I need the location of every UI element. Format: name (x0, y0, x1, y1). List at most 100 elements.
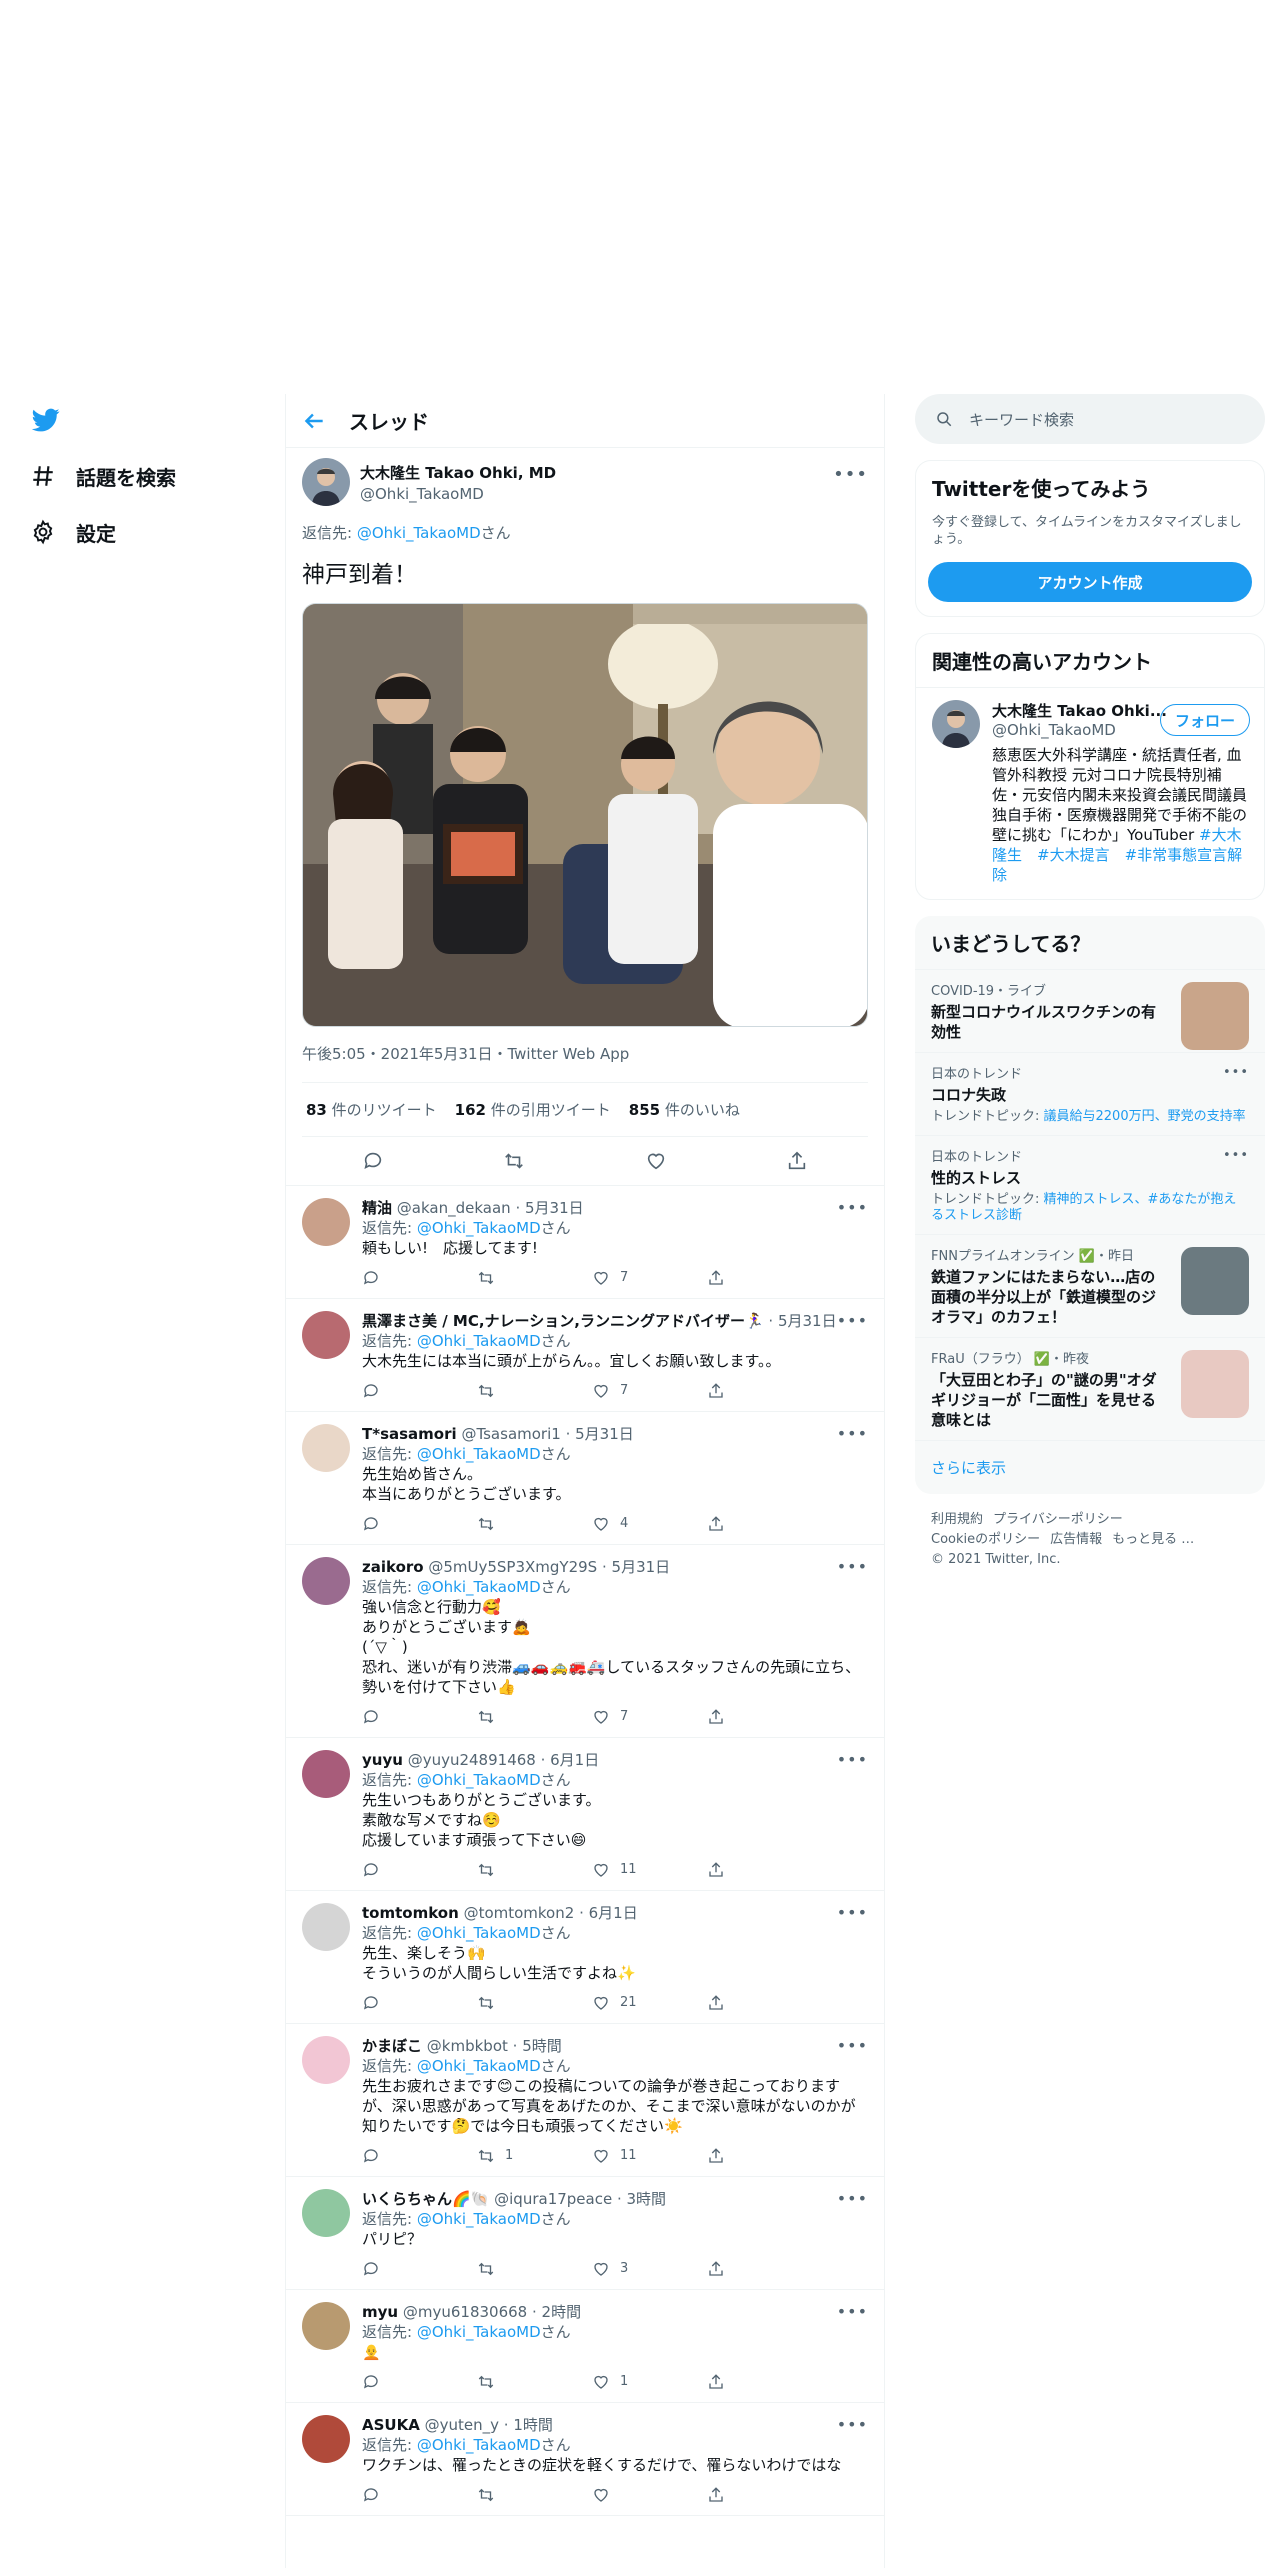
retweet-icon[interactable] (477, 1515, 495, 1533)
retweet-count[interactable]: 83 件のリツイート (306, 1099, 437, 1120)
reply-author-name[interactable]: ASUKA (362, 2416, 420, 2434)
reply-tweet[interactable]: myu @myu61830668 · 2時間 返信先: @Ohki_TakaoMD… (286, 2290, 884, 2403)
reply-to-link[interactable]: @Ohki_TakaoMD (417, 1332, 541, 1350)
retweet-icon[interactable] (477, 2147, 495, 2165)
reply-to-link[interactable]: @Ohki_TakaoMD (417, 2436, 541, 2454)
reply-author-name[interactable]: いくらちゃん🌈🐚 (362, 2190, 489, 2208)
reply-time[interactable]: 5月31日 (778, 1312, 837, 1330)
reply-author-handle[interactable]: @akan_dekaan (397, 1199, 511, 1217)
retweet-icon[interactable] (477, 1994, 495, 2012)
trend-item[interactable]: 日本のトレンド 性的ストレス トレンドトピック: 精神的ストレス、#あなたが抱えるス… (915, 1135, 1265, 1234)
reply-icon[interactable] (362, 1150, 384, 1172)
tweet-photo[interactable] (302, 603, 868, 1027)
reply-time[interactable]: 6月1日 (589, 1904, 638, 1922)
reply-tweet[interactable]: ASUKA @yuten_y · 1時間 返信先: @Ohki_TakaoMDさん… (286, 2403, 884, 2516)
more-icon[interactable]: ••• (837, 2036, 868, 2055)
share-icon[interactable] (786, 1150, 808, 1172)
reply-tweet[interactable]: T*sasamori @Tsasamori1 · 5月31日 返信先: @Ohki… (286, 1412, 884, 1545)
reply-icon[interactable] (362, 1994, 380, 2012)
tweet-meta[interactable]: 午後5:05・2021年5月31日・Twitter Web App (302, 1043, 868, 1083)
avatar[interactable] (302, 1424, 350, 1472)
reply-icon[interactable] (362, 1708, 380, 1726)
reply-to-link[interactable]: @Ohki_TakaoMD (417, 2057, 541, 2075)
avatar[interactable] (302, 2302, 350, 2350)
reply-time[interactable]: 5月31日 (525, 1199, 584, 1217)
reply-icon[interactable] (362, 2260, 380, 2278)
reply-tweet[interactable]: かまぼこ @kmbkbot · 5時間 返信先: @Ohki_TakaoMDさん先… (286, 2024, 884, 2177)
reply-tweet[interactable]: 精油 @akan_dekaan · 5月31日 返信先: @Ohki_TakaoM… (286, 1186, 884, 1299)
reply-author-name[interactable]: yuyu (362, 1751, 403, 1769)
share-icon[interactable] (707, 1269, 725, 1287)
retweet-icon[interactable] (503, 1150, 525, 1172)
trend-item[interactable]: 日本のトレンド コロナ失政 トレンドトピック: 議員給与2200万円、野党の支持率 •… (915, 1052, 1265, 1135)
nav-explore[interactable]: 話題を検索 (30, 456, 176, 496)
more-icon[interactable]: ••• (1223, 1148, 1249, 1163)
trend-thumbnail[interactable] (1181, 1247, 1249, 1315)
retweet-icon[interactable] (477, 1708, 495, 1726)
more-icon[interactable]: ••• (837, 2415, 868, 2434)
reply-icon[interactable] (362, 1515, 380, 1533)
like-icon[interactable] (592, 1269, 610, 1287)
reply-time[interactable]: 6月1日 (550, 1751, 599, 1769)
retweet-icon[interactable] (477, 1382, 495, 1400)
reply-author-handle[interactable]: @kmbkbot (427, 2037, 508, 2055)
trend-item[interactable]: COVID-19・ライブ 新型コロナウイルスワクチンの有効性 (915, 969, 1265, 1052)
reply-author-name[interactable]: myu (362, 2303, 398, 2321)
share-icon[interactable] (707, 2147, 725, 2165)
share-icon[interactable] (707, 1861, 725, 1879)
trend-topics-links[interactable]: 議員給与2200万円、野党の支持率 (1044, 1109, 1246, 1124)
search-box[interactable]: キーワード検索 (915, 394, 1265, 444)
share-icon[interactable] (707, 1994, 725, 2012)
footer-link[interactable]: 利用規約 (931, 1512, 983, 1527)
like-icon[interactable] (645, 1150, 667, 1172)
footer-link[interactable]: 広告情報 (1050, 1532, 1102, 1547)
retweet-icon[interactable] (477, 2486, 495, 2504)
share-icon[interactable] (707, 1708, 725, 1726)
like-icon[interactable] (592, 1994, 610, 2012)
reply-to-link[interactable]: @Ohki_TakaoMD (357, 524, 481, 542)
footer-link[interactable]: もっと見る … (1112, 1532, 1194, 1547)
account-item[interactable]: 大木隆生 Takao Ohki... @Ohki_TakaoMD 慈恵医大外科学… (916, 687, 1264, 899)
more-icon[interactable]: ••• (837, 1903, 868, 1922)
footer-link[interactable]: プライバシーポリシー (993, 1512, 1123, 1527)
like-icon[interactable] (592, 2147, 610, 2165)
search-input[interactable]: キーワード検索 (969, 409, 1074, 430)
reply-time[interactable]: 5月31日 (612, 1558, 671, 1576)
reply-author-name[interactable]: zaikoro (362, 1558, 424, 1576)
nav-settings[interactable]: 設定 (30, 512, 116, 552)
avatar[interactable] (302, 2415, 350, 2463)
reply-tweet[interactable]: 黒澤まさ美 / MC,ナレーション,ランニングアドバイザー🏃‍♀️ · 5月31… (286, 1299, 884, 1412)
reply-author-name[interactable]: 精油 (362, 1199, 392, 1217)
reply-time[interactable]: 3時間 (627, 2190, 667, 2208)
avatar[interactable] (302, 1198, 350, 1246)
reply-to-link[interactable]: @Ohki_TakaoMD (417, 1219, 541, 1237)
share-icon[interactable] (707, 1382, 725, 1400)
reply-time[interactable]: 5時間 (522, 2037, 562, 2055)
reply-author-handle[interactable]: @tomtomkon2 (464, 1904, 575, 1922)
avatar[interactable] (302, 2036, 350, 2084)
reply-tweet[interactable]: いくらちゃん🌈🐚 @iqura17peace · 3時間 返信先: @Ohki_T… (286, 2177, 884, 2290)
reply-tweet[interactable]: tomtomkon @tomtomkon2 · 6月1日 返信先: @Ohki_T… (286, 1891, 884, 2024)
reply-author-handle[interactable]: @5mUy5SP3XmgY29S (428, 1558, 597, 1576)
reply-time[interactable]: 1時間 (513, 2416, 553, 2434)
reply-author-name[interactable]: tomtomkon (362, 1904, 459, 1922)
more-icon[interactable]: ••• (837, 2189, 868, 2208)
share-icon[interactable] (707, 2373, 725, 2391)
like-icon[interactable] (592, 1515, 610, 1533)
reply-to-link[interactable]: @Ohki_TakaoMD (417, 2210, 541, 2228)
avatar[interactable] (932, 700, 980, 748)
retweet-icon[interactable] (477, 1861, 495, 1879)
trend-item[interactable]: FRaU（フラウ） ✅・昨夜 「大豆田とわ子」の"謎の男"オダギリジョーが「二面性… (915, 1337, 1265, 1440)
avatar[interactable] (302, 1903, 350, 1951)
reply-author-name[interactable]: T*sasamori (362, 1425, 457, 1443)
retweet-icon[interactable] (477, 2373, 495, 2391)
reply-icon[interactable] (362, 1382, 380, 1400)
share-icon[interactable] (707, 1515, 725, 1533)
reply-icon[interactable] (362, 2147, 380, 2165)
more-icon[interactable]: ••• (837, 1750, 868, 1769)
retweet-icon[interactable] (477, 1269, 495, 1287)
quote-count[interactable]: 162 件の引用ツイート (455, 1099, 611, 1120)
reply-to-link[interactable]: @Ohki_TakaoMD (417, 2323, 541, 2341)
back-arrow-icon[interactable] (301, 408, 327, 434)
reply-to-link[interactable]: @Ohki_TakaoMD (417, 1924, 541, 1942)
